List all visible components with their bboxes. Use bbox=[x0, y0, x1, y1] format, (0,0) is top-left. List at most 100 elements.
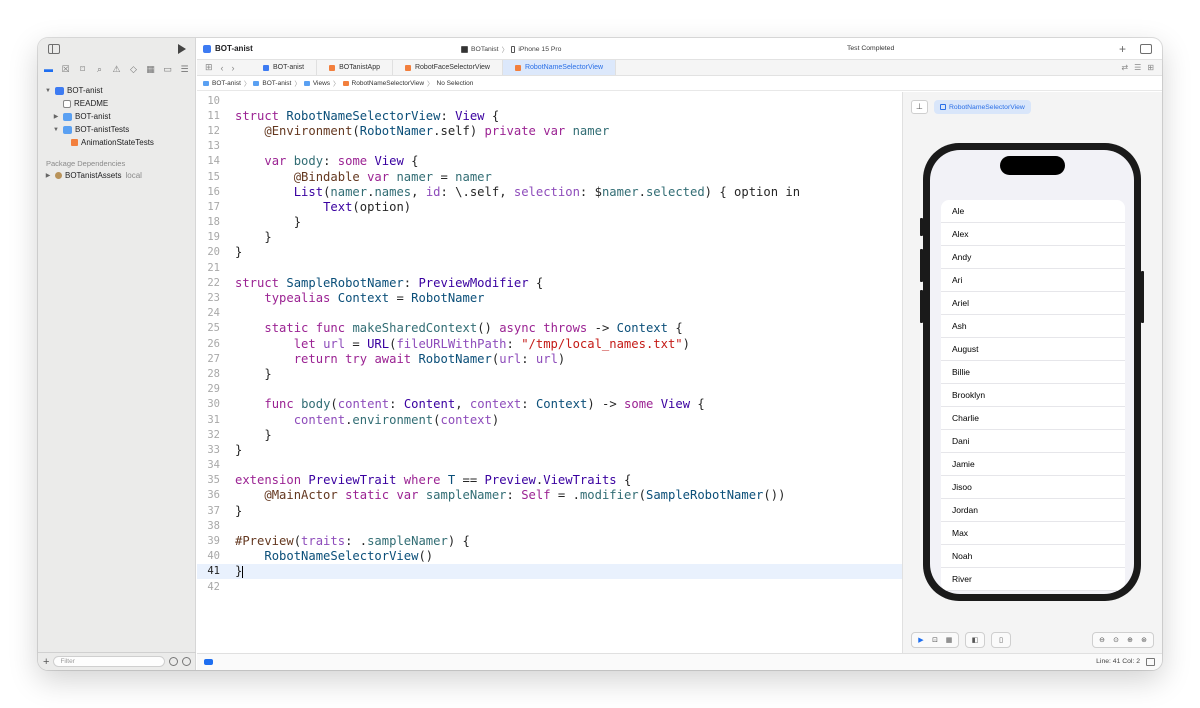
sidebar-toggle-icon[interactable] bbox=[48, 44, 60, 54]
source-editor[interactable]: 10 11 struct RobotNameSelectorView: View {… bbox=[197, 92, 902, 652]
code-line[interactable]: 32 } bbox=[197, 427, 902, 442]
list-item[interactable]: Billie bbox=[941, 361, 1125, 384]
sidebar-item[interactable]: ▼ BOT-anist bbox=[38, 84, 195, 97]
iphone-icon[interactable]: ▯ bbox=[996, 635, 1006, 645]
sidebar-item[interactable]: AnimationStateTests bbox=[38, 136, 195, 149]
code-line[interactable]: 19 } bbox=[197, 230, 902, 245]
variants-icon[interactable]: ▦ bbox=[944, 635, 954, 645]
zoom-fit-icon[interactable]: ⊛ bbox=[1139, 635, 1149, 645]
zoom-out-icon[interactable]: ⊖ bbox=[1097, 635, 1107, 645]
code-line[interactable]: 42 bbox=[197, 579, 902, 594]
list-item[interactable]: Brooklyn bbox=[941, 384, 1125, 407]
chevron-right-icon[interactable]: ▶ bbox=[44, 172, 52, 179]
jump-bar-item[interactable]: RobotNameSelectorView bbox=[352, 80, 425, 87]
code-line[interactable]: 13 bbox=[197, 139, 902, 154]
list-item[interactable]: Ale bbox=[941, 200, 1125, 223]
code-line[interactable]: 24 bbox=[197, 306, 902, 321]
add-editor-icon[interactable]: ⊞ bbox=[1147, 63, 1154, 72]
code-line[interactable]: 36 @MainActor static var sampleNamer: Se… bbox=[197, 488, 902, 503]
editor-tab[interactable]: BOTanistApp bbox=[317, 60, 393, 75]
code-line[interactable]: 26 let url = URL(fileURLWithPath: "/tmp/… bbox=[197, 336, 902, 351]
name-list[interactable]: Ale Alex Andy Ari Ariel Ash August Billie Brookl… bbox=[941, 200, 1125, 591]
device-settings-icon[interactable]: ◧ bbox=[970, 635, 980, 645]
report-navigator-icon[interactable]: ☰ bbox=[178, 63, 191, 76]
code-text[interactable]: func body(content: Content, context: Con… bbox=[223, 397, 704, 411]
list-item[interactable]: River bbox=[941, 568, 1125, 591]
code-line[interactable]: 23 typealias Context = RobotNamer bbox=[197, 290, 902, 305]
code-text[interactable]: var body: some View { bbox=[223, 154, 418, 168]
chevron-right-icon[interactable]: ▶ bbox=[52, 113, 60, 120]
code-text[interactable]: let url = URL(fileURLWithPath: "/tmp/loc… bbox=[223, 337, 690, 351]
code-line[interactable]: 31 content.environment(context) bbox=[197, 412, 902, 427]
code-line[interactable]: 35 extension PreviewTrait where T == Prev… bbox=[197, 473, 902, 488]
code-text[interactable]: return try await RobotNamer(url: url) bbox=[223, 352, 566, 366]
list-item[interactable]: Ariel bbox=[941, 292, 1125, 315]
list-item[interactable]: Dani bbox=[941, 430, 1125, 453]
code-text[interactable]: @MainActor static var sampleNamer: Self … bbox=[223, 488, 785, 502]
chevron-down-icon[interactable]: ▼ bbox=[52, 127, 60, 133]
code-line[interactable]: 33} bbox=[197, 442, 902, 457]
jump-bar-item[interactable]: BOT-anist bbox=[262, 80, 291, 87]
code-text[interactable]: } bbox=[223, 428, 271, 442]
code-text[interactable]: } bbox=[223, 367, 271, 381]
split-options-icon[interactable]: ☰ bbox=[1134, 63, 1141, 72]
debug-navigator-icon[interactable]: ▦ bbox=[144, 63, 157, 76]
code-text[interactable]: } bbox=[223, 230, 271, 244]
code-text[interactable]: @Bindable var namer = namer bbox=[223, 170, 492, 184]
code-text[interactable]: struct SampleRobotNamer: PreviewModifier… bbox=[223, 276, 543, 290]
grid-icon[interactable]: ⊞ bbox=[205, 62, 213, 73]
refresh-icon[interactable]: ⇄ bbox=[1121, 63, 1128, 72]
editor-tab[interactable]: RobotFaceSelectorView bbox=[393, 60, 503, 75]
code-text[interactable]: } bbox=[223, 443, 242, 457]
code-line[interactable]: 29 bbox=[197, 382, 902, 397]
code-text[interactable]: #Preview(traits: .sampleNamer) { bbox=[223, 534, 470, 548]
code-line[interactable]: 16 List(namer.names, id: \.self, selecti… bbox=[197, 184, 902, 199]
sidebar-item[interactable]: ▼ BOT-anistTests bbox=[38, 123, 195, 136]
code-line[interactable]: 34 bbox=[197, 458, 902, 473]
code-text[interactable]: RobotNameSelectorView() bbox=[223, 549, 433, 563]
sidebar-item[interactable]: README bbox=[38, 97, 195, 110]
code-line[interactable]: 38 bbox=[197, 518, 902, 533]
debug-area-icon[interactable] bbox=[1146, 658, 1155, 666]
code-line[interactable]: 21 bbox=[197, 260, 902, 275]
chevron-down-icon[interactable]: ▼ bbox=[44, 88, 52, 94]
jump-bar-item[interactable]: BOT-anist bbox=[212, 80, 241, 87]
code-line[interactable]: 40 RobotNameSelectorView() bbox=[197, 549, 902, 564]
code-line[interactable]: 39 #Preview(traits: .sampleNamer) { bbox=[197, 533, 902, 548]
code-line[interactable]: 10 bbox=[197, 93, 902, 108]
code-line[interactable]: 30 func body(content: Content, context: … bbox=[197, 397, 902, 412]
code-text[interactable]: Text(option) bbox=[223, 200, 411, 214]
filter-input[interactable]: Filter bbox=[53, 656, 165, 667]
breakpoint-navigator-icon[interactable]: ▭ bbox=[161, 63, 174, 76]
code-text[interactable]: content.environment(context) bbox=[223, 413, 500, 427]
code-text[interactable]: List(namer.names, id: \.self, selection:… bbox=[223, 185, 800, 199]
code-text[interactable]: static func makeSharedContext() async th… bbox=[223, 321, 682, 335]
jump-bar-item[interactable]: Views bbox=[313, 80, 330, 87]
code-line[interactable]: 20} bbox=[197, 245, 902, 260]
code-line[interactable]: 11 struct RobotNameSelectorView: View { bbox=[197, 108, 902, 123]
code-line[interactable]: 27 return try await RobotNamer(url: url) bbox=[197, 351, 902, 366]
live-mode-icon[interactable]: ▶ bbox=[916, 635, 926, 645]
project-navigator-icon[interactable]: ▬ bbox=[42, 63, 55, 76]
code-text[interactable]: @Environment(RobotNamer.self) private va… bbox=[223, 124, 609, 138]
preview-tab[interactable]: RobotNameSelectorView bbox=[934, 100, 1031, 114]
add-icon[interactable]: + bbox=[43, 656, 49, 668]
debug-area-toggle-icon[interactable] bbox=[204, 659, 213, 665]
back-icon[interactable]: ‹ bbox=[221, 63, 224, 73]
list-item[interactable]: Alex bbox=[941, 223, 1125, 246]
zoom-in-icon[interactable]: ⊕ bbox=[1125, 635, 1135, 645]
list-item[interactable]: Jordan bbox=[941, 499, 1125, 522]
list-item[interactable]: Max bbox=[941, 522, 1125, 545]
list-item[interactable]: Andy bbox=[941, 246, 1125, 269]
code-line[interactable]: 14 var body: some View { bbox=[197, 154, 902, 169]
source-control-navigator-icon[interactable]: ☒ bbox=[59, 63, 72, 76]
run-button[interactable] bbox=[178, 44, 186, 54]
code-line[interactable]: 25 static func makeSharedContext() async… bbox=[197, 321, 902, 336]
scheme-selector[interactable]: BOTanist 〉 iPhone 15 Pro bbox=[461, 44, 561, 54]
bookmark-navigator-icon[interactable]: ⌑ bbox=[76, 63, 89, 76]
code-text[interactable]: } bbox=[223, 564, 244, 578]
current-code-line[interactable]: 41} bbox=[197, 563, 902, 579]
destination-label[interactable]: iPhone 15 Pro bbox=[518, 46, 561, 53]
code-line[interactable]: 12 @Environment(RobotNamer.self) private… bbox=[197, 123, 902, 138]
code-line[interactable]: 28 } bbox=[197, 366, 902, 381]
